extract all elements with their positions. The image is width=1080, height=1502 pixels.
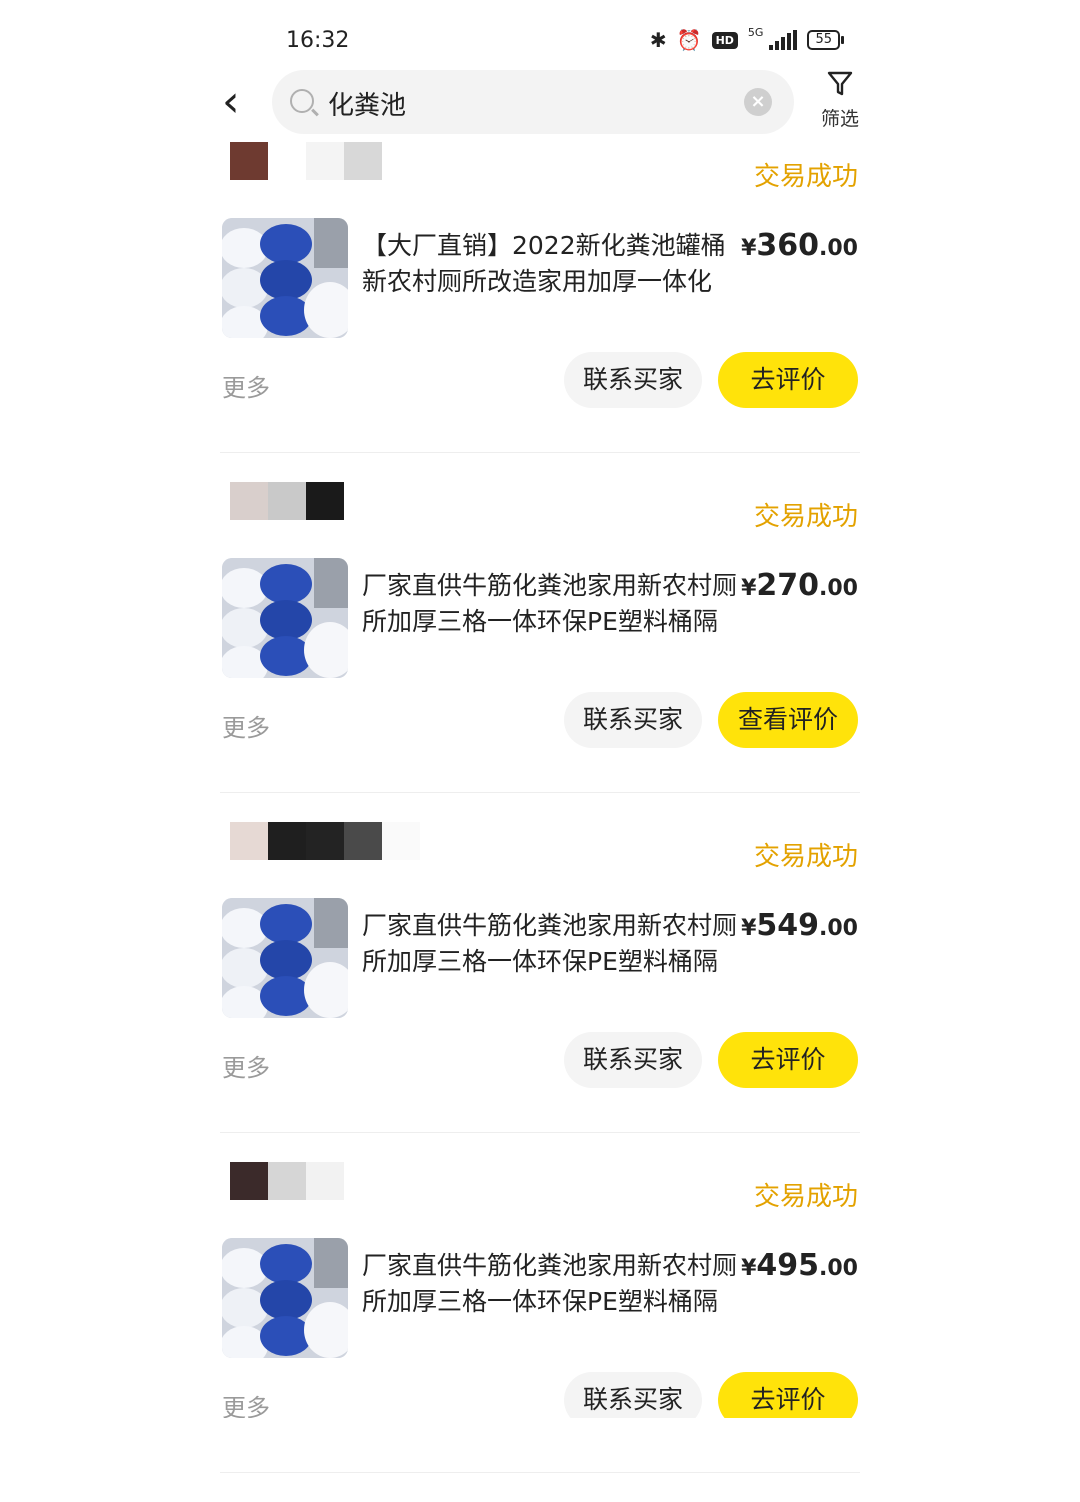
more-link[interactable]: 更多 xyxy=(222,368,270,403)
product-thumbnail[interactable] xyxy=(222,898,348,1018)
product-image xyxy=(222,1238,348,1358)
price-currency: ¥ xyxy=(741,236,757,261)
product-thumbnail[interactable] xyxy=(222,558,348,678)
review-button[interactable]: 去评价 xyxy=(718,352,858,408)
contact-buyer-button[interactable]: 联系买家 xyxy=(564,1032,702,1088)
order-price: ¥360.00 xyxy=(741,228,858,263)
product-image xyxy=(222,898,348,1018)
order-state: 交易成功 xyxy=(753,842,858,872)
order-price: ¥549.00 xyxy=(741,908,858,943)
bluetooth-icon: ✱ xyxy=(649,28,667,52)
avatar-pixel xyxy=(306,142,344,180)
card-divider xyxy=(220,1132,860,1133)
order-card[interactable]: 交易成功 厂家直供牛筋化粪池家用新农村厕所加厚三格一体环保PE塑料桶隔 ¥270… xyxy=(220,482,860,822)
review-button[interactable]: 去评价 xyxy=(718,1032,858,1088)
order-price: ¥270.00 xyxy=(741,568,858,603)
product-title[interactable]: 厂家直供牛筋化粪池家用新农村厕所加厚三格一体环保PE塑料桶隔 xyxy=(362,908,742,980)
contact-buyer-button[interactable]: 联系买家 xyxy=(564,352,702,408)
contact-buyer-button[interactable]: 联系买家 xyxy=(564,692,702,748)
product-title[interactable]: 厂家直供牛筋化粪池家用新农村厕所加厚三格一体环保PE塑料桶隔 xyxy=(362,568,742,640)
status-time: 16:32 xyxy=(286,28,350,53)
clear-icon[interactable]: × xyxy=(744,88,772,116)
avatar-pixel xyxy=(382,822,420,860)
seller-avatar-strip[interactable] xyxy=(230,142,382,180)
avatar-pixel xyxy=(268,1162,306,1200)
price-currency: ¥ xyxy=(741,576,757,601)
avatar-pixel xyxy=(344,1162,382,1200)
avatar-pixel xyxy=(230,482,268,520)
alarm-icon: ⏰ xyxy=(676,28,702,52)
product-image xyxy=(222,558,348,678)
seller-avatar-strip[interactable] xyxy=(230,822,420,860)
product-title[interactable]: 【大厂直销】2022新化粪池罐桶新农村厕所改造家用加厚一体化 xyxy=(362,228,742,300)
price-decimal: .00 xyxy=(819,576,858,601)
price-decimal: .00 xyxy=(819,236,858,261)
signal-icon xyxy=(769,30,798,50)
product-thumbnail[interactable] xyxy=(222,1238,348,1358)
avatar-pixel xyxy=(344,142,382,180)
status-icons: ✱ ⏰ HD 5G 55 xyxy=(649,25,844,52)
avatar-pixel xyxy=(268,142,306,180)
product-title[interactable]: 厂家直供牛筋化粪池家用新农村厕所加厚三格一体环保PE塑料桶隔 xyxy=(362,1248,742,1320)
review-button[interactable]: 查看评价 xyxy=(718,692,858,748)
product-thumbnail[interactable] xyxy=(222,218,348,338)
price-decimal: .00 xyxy=(819,1256,858,1281)
avatar-pixel xyxy=(230,822,268,860)
more-link[interactable]: 更多 xyxy=(222,708,270,743)
order-price: ¥495.00 xyxy=(741,1248,858,1283)
filter-icon xyxy=(827,71,853,96)
more-link[interactable]: 更多 xyxy=(222,1048,270,1083)
hd-badge: HD xyxy=(711,31,738,49)
filter-button[interactable]: 筛选 xyxy=(816,70,864,131)
avatar-pixel xyxy=(268,822,306,860)
card-divider xyxy=(220,452,860,453)
price-integer: 270 xyxy=(756,568,820,603)
avatar-pixel xyxy=(230,142,268,180)
seller-avatar-strip[interactable] xyxy=(230,1162,382,1200)
product-image xyxy=(222,218,348,338)
price-integer: 360 xyxy=(756,228,820,263)
back-chevron-icon[interactable]: ‹ xyxy=(222,80,262,126)
network-type: 5G xyxy=(747,25,764,39)
price-currency: ¥ xyxy=(741,916,757,941)
order-state: 交易成功 xyxy=(753,502,858,532)
card-divider xyxy=(220,792,860,793)
avatar-pixel xyxy=(344,822,382,860)
avatar-pixel xyxy=(230,1162,268,1200)
avatar-pixel xyxy=(268,482,306,520)
search-input[interactable]: 化粪池 × xyxy=(272,70,794,134)
avatar-pixel xyxy=(306,482,344,520)
avatar-pixel xyxy=(306,1162,344,1200)
avatar-pixel xyxy=(306,822,344,860)
order-card[interactable]: 交易成功 【大厂直销】2022新化粪池罐桶新农村厕所改造家用加厚一体化 ¥360… xyxy=(220,142,860,482)
price-currency: ¥ xyxy=(741,1256,757,1281)
price-integer: 549 xyxy=(756,908,820,943)
order-card[interactable]: 交易成功 厂家直供牛筋化粪池家用新农村厕所加厚三格一体环保PE塑料桶隔 ¥549… xyxy=(220,822,860,1162)
seller-avatar-strip[interactable] xyxy=(230,482,344,520)
bottom-edge xyxy=(200,1418,880,1440)
order-card[interactable]: 交易成功 厂家直供牛筋化粪池家用新农村厕所加厚三格一体环保PE塑料桶隔 ¥495… xyxy=(220,1162,860,1502)
order-state: 交易成功 xyxy=(753,162,858,192)
filter-label: 筛选 xyxy=(820,108,859,130)
price-integer: 495 xyxy=(756,1248,820,1283)
card-divider xyxy=(220,1472,860,1473)
phone-screen: 16:32 ✱ ⏰ HD 5G 55 ‹ 化粪池 × 筛选 交易成功 【大厂直销… xyxy=(200,0,880,1473)
search-icon xyxy=(290,89,314,113)
order-state: 交易成功 xyxy=(753,1182,858,1212)
search-query: 化粪池 xyxy=(328,91,407,121)
status-bar: 16:32 ✱ ⏰ HD 5G 55 xyxy=(200,22,880,62)
price-decimal: .00 xyxy=(819,916,858,941)
battery-icon: 55 xyxy=(807,30,844,50)
